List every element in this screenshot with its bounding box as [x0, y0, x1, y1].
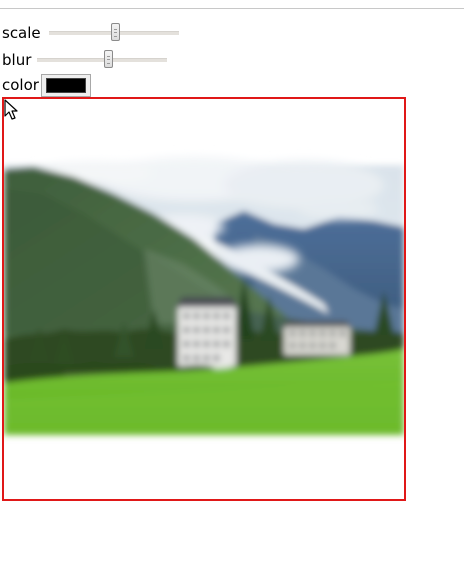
scale-label: scale — [2, 24, 41, 42]
landscape-image — [4, 157, 404, 435]
blur-slider-thumb[interactable] — [103, 50, 113, 68]
color-swatch — [45, 77, 86, 93]
blur-slider-track[interactable] — [37, 58, 168, 62]
color-control: color — [2, 73, 91, 97]
blur-control: blur — [2, 49, 168, 71]
scale-control: scale — [2, 22, 179, 44]
top-divider — [0, 8, 464, 9]
scale-slider[interactable] — [48, 23, 179, 43]
blur-slider[interactable] — [37, 50, 168, 70]
color-label: color — [2, 76, 39, 94]
mouse-pointer-icon — [4, 99, 18, 120]
scale-slider-thumb[interactable] — [111, 23, 121, 41]
blur-label: blur — [2, 51, 32, 69]
color-picker-button[interactable] — [40, 73, 91, 97]
image-canvas[interactable] — [2, 97, 406, 501]
